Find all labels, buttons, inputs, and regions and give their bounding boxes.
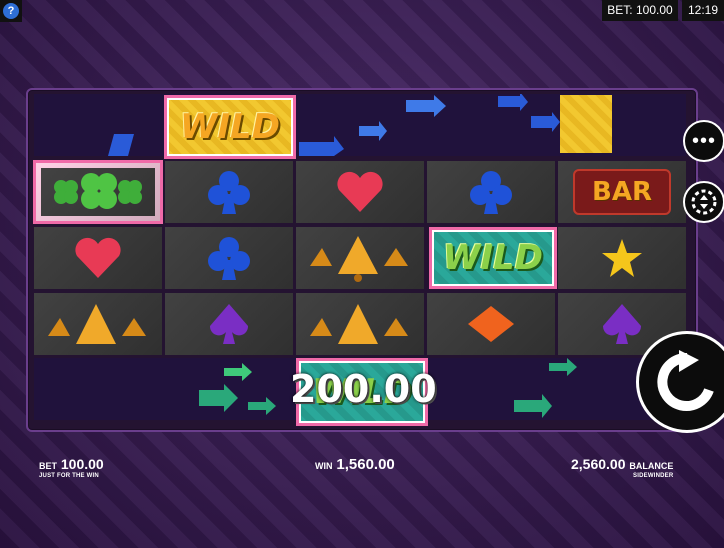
chip-icon <box>691 189 717 215</box>
win-amount-overlay: 200.00 <box>290 367 437 411</box>
reel-cell <box>34 227 162 289</box>
reel-cell: BAR <box>558 161 686 223</box>
wild-tile-top-partial <box>560 95 612 153</box>
help-icon: ? <box>3 3 19 19</box>
bet-display: BET: 100.00 <box>602 0 678 21</box>
spin-arrow-icon <box>657 350 714 411</box>
reel-cell <box>296 227 424 289</box>
wild-tile-top: WILD <box>164 95 296 159</box>
reel-cell <box>165 227 293 289</box>
menu-button[interactable]: ••• <box>683 120 724 162</box>
star-gold-icon <box>558 227 686 289</box>
reel-cell <box>165 293 293 355</box>
reel-cell <box>296 161 424 223</box>
club-blue-icon <box>165 161 293 223</box>
reel-cell <box>296 293 424 355</box>
footer-bet: BET 100.00 JUST FOR THE WIN <box>39 456 104 479</box>
reel-cell <box>558 227 686 289</box>
diamond-orange-icon <box>427 293 555 355</box>
help-button[interactable]: ? <box>0 0 22 22</box>
wild-tile-green: WILD <box>429 227 557 289</box>
reel-cell <box>558 293 686 355</box>
bet-settings-button[interactable] <box>683 181 724 223</box>
bell-gold-icon <box>296 227 424 289</box>
clock: 12:19 <box>682 0 724 21</box>
bell-gold-icon <box>296 293 424 355</box>
bar-icon: BAR <box>558 161 686 223</box>
reel-cell <box>34 293 162 355</box>
spade-purple-icon <box>165 293 293 355</box>
heart-red-icon <box>296 161 424 223</box>
footer-win: WIN 1,560.00 <box>315 456 395 473</box>
club-blue-icon <box>427 161 555 223</box>
reel-cell <box>427 293 555 355</box>
reel-cell <box>427 161 555 223</box>
top-bar: ? BET: 100.00 12:19 <box>0 0 724 22</box>
clover-icon <box>36 163 160 221</box>
club-blue-icon <box>165 227 293 289</box>
reel-cell <box>165 161 293 223</box>
spade-purple-icon <box>558 293 686 355</box>
heart-red-icon <box>34 227 162 289</box>
reel-grid: BAR WILD <box>33 160 686 355</box>
footer-balance: 2,560.00 BALANCE SIDEWINDER <box>571 456 674 479</box>
more-dots-icon: ••• <box>691 130 716 152</box>
bell-gold-icon <box>34 293 162 355</box>
reel-cell <box>33 160 163 224</box>
